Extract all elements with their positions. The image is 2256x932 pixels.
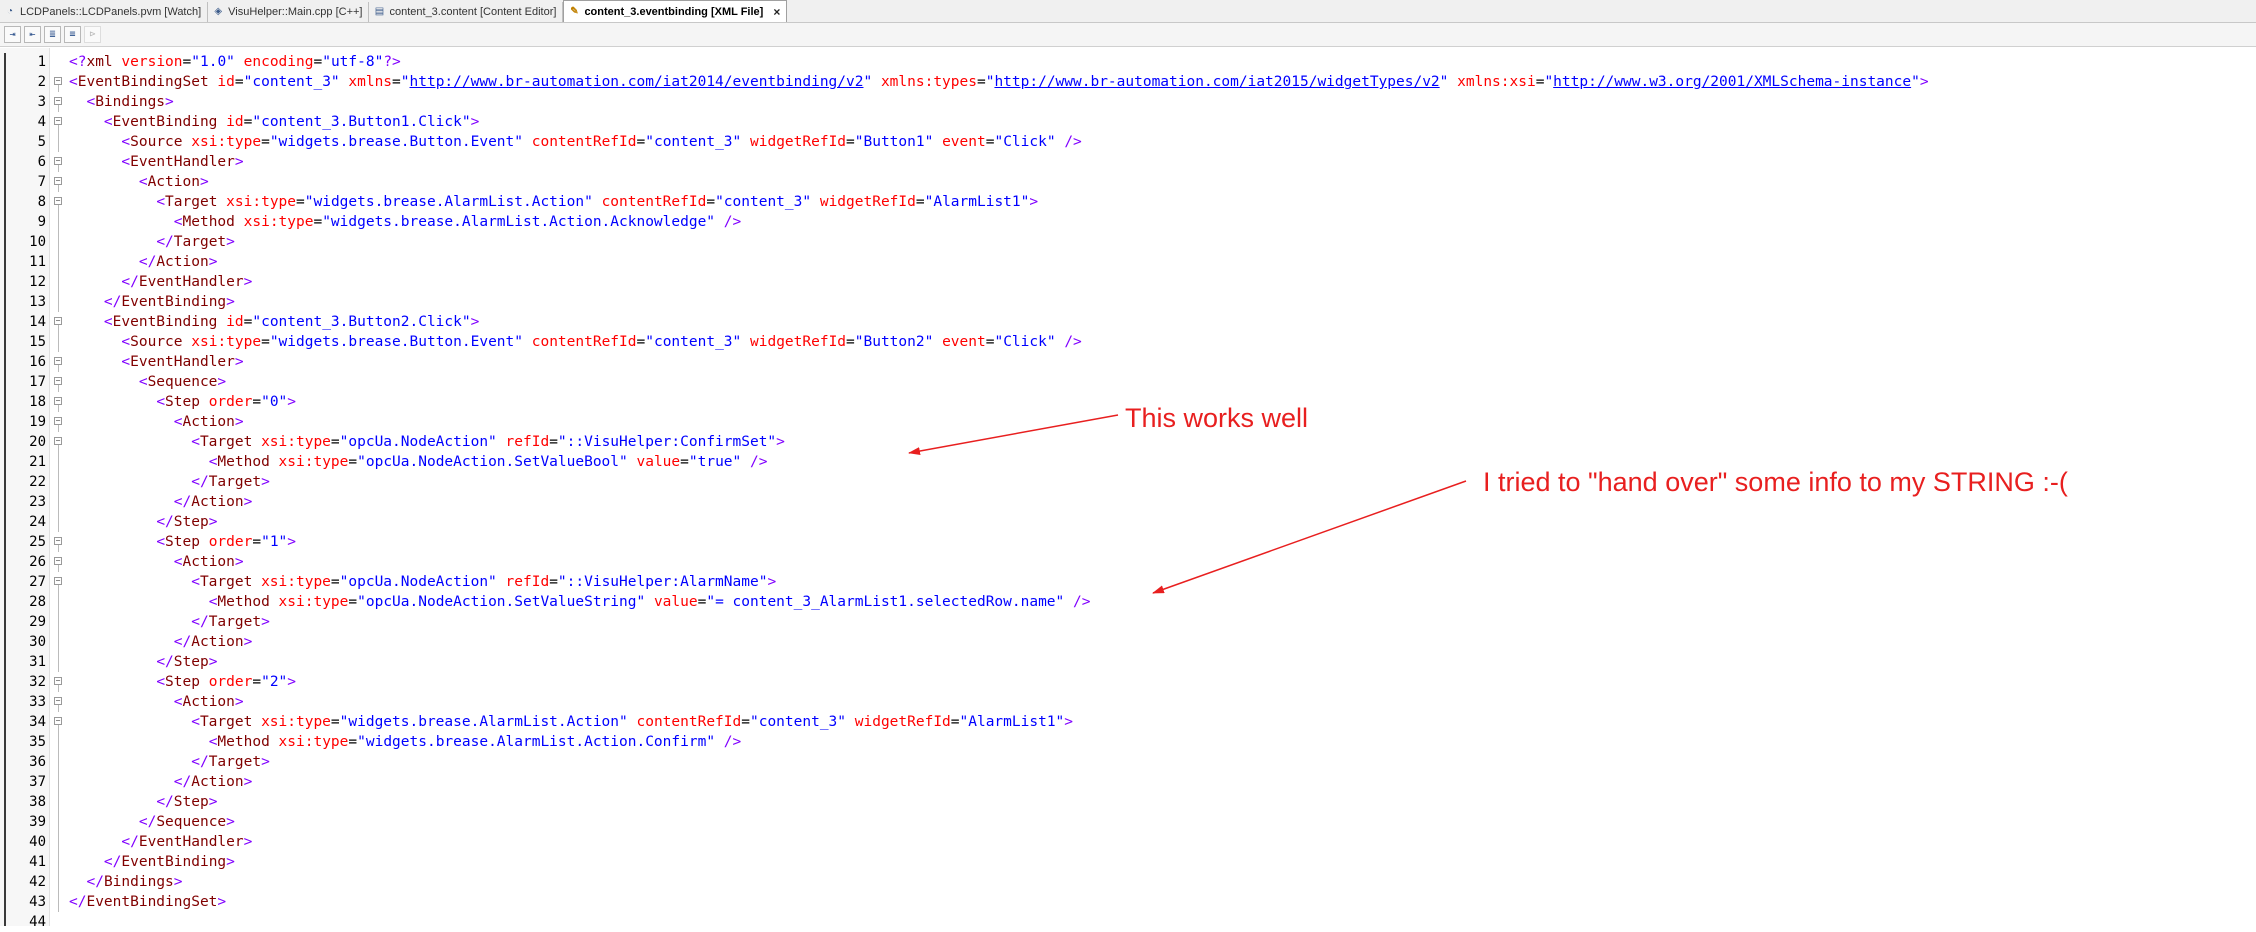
arrow-to-setvaluestring <box>1152 480 1467 594</box>
arrow-to-confirmset <box>908 414 1119 455</box>
annotation-arrows <box>908 414 1467 594</box>
